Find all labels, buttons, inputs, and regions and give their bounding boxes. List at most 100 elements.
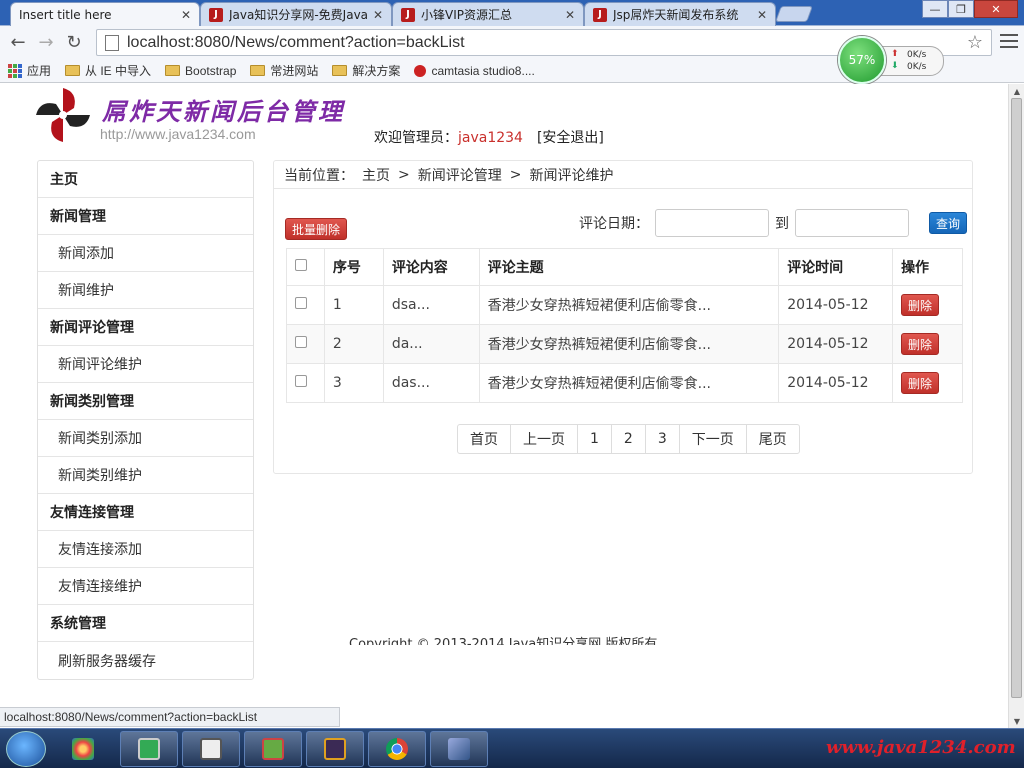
scroll-down-icon[interactable]: ▼ xyxy=(1009,714,1024,728)
bookmark-camtasia[interactable]: camtasia studio8.... xyxy=(414,64,535,78)
breadcrumb-comment-management[interactable]: 新闻评论管理 xyxy=(418,165,502,185)
page-first[interactable]: 首页 xyxy=(458,425,510,453)
row-checkbox[interactable] xyxy=(295,297,307,309)
welcome-bar: 欢迎管理员：java1234 [安全退出] xyxy=(374,127,604,147)
bookmark-solutions[interactable]: 解决方案 xyxy=(332,62,400,79)
sidebar-item-label: 新闻管理 xyxy=(50,209,106,225)
cell-time: 2014-05-12 xyxy=(778,324,894,364)
header-select-all[interactable] xyxy=(286,248,325,286)
java1234-favicon: J xyxy=(593,7,607,22)
cell-content: da... xyxy=(382,324,480,364)
cell-subject: 香港少女穿热裤短裙便利店偷零食... xyxy=(478,324,780,364)
reload-icon[interactable]: ↻ xyxy=(62,30,86,54)
header-no: 序号 xyxy=(323,248,384,286)
sidebar-item-link-add[interactable]: 友情连接添加 xyxy=(38,531,253,568)
sidebar-item-comment-maintain[interactable]: 新闻评论维护 xyxy=(38,346,253,383)
welcome-label: 欢迎管理员： xyxy=(374,130,458,146)
taskbar-app-icon[interactable] xyxy=(430,731,488,767)
row-checkbox[interactable] xyxy=(295,336,307,348)
menu-icon[interactable] xyxy=(1000,32,1018,50)
start-button[interactable] xyxy=(6,731,46,767)
page-content: 屌炸天新闻后台管理 http://www.java1234.com 欢迎管理员：… xyxy=(0,84,1008,708)
bookmark-ie-import[interactable]: 从 IE 中导入 xyxy=(65,62,151,79)
row-select[interactable] xyxy=(286,324,325,364)
scroll-up-icon[interactable]: ▲ xyxy=(1009,84,1024,98)
sidebar-item-comment-management[interactable]: 新闻评论管理 xyxy=(38,309,253,346)
tab-news-system[interactable]: J Jsp屌炸天新闻发布系统 ✕ xyxy=(584,2,776,26)
scroll-thumb[interactable] xyxy=(1011,98,1022,698)
bookmark-bootstrap[interactable]: Bootstrap xyxy=(165,64,236,78)
minimize-icon[interactable]: — xyxy=(922,0,948,18)
sidebar-item-category-maintain[interactable]: 新闻类别维护 xyxy=(38,457,253,494)
close-icon[interactable]: ✕ xyxy=(757,8,767,22)
pagination: 首页 上一页 1 2 3 下一页 尾页 xyxy=(457,424,800,454)
bookmark-label: 常进网站 xyxy=(270,64,319,78)
page-prev[interactable]: 上一页 xyxy=(510,425,577,453)
cell-no: 3 xyxy=(323,363,384,403)
row-checkbox[interactable] xyxy=(295,375,307,387)
page-next[interactable]: 下一页 xyxy=(678,425,746,453)
row-select[interactable] xyxy=(286,285,325,325)
forward-arrow-icon[interactable]: → xyxy=(34,30,58,54)
page-last[interactable]: 尾页 xyxy=(745,425,799,453)
bookmark-apps[interactable]: 应用 xyxy=(8,62,51,79)
sidebar-item-category-add[interactable]: 新闻类别添加 xyxy=(38,420,253,457)
close-icon[interactable]: ✕ xyxy=(373,8,383,22)
page-1[interactable]: 1 xyxy=(577,425,611,453)
tab-vip-resources[interactable]: J 小锋VIP资源汇总 ✕ xyxy=(392,2,584,26)
sidebar-item-link-maintain[interactable]: 友情连接维护 xyxy=(38,568,253,605)
bookmark-frequent-sites[interactable]: 常进网站 xyxy=(250,62,318,79)
sidebar-item-label: 刷新服务器缓存 xyxy=(58,653,156,670)
tab-java1234[interactable]: J Java知识分享网-免费Java ✕ xyxy=(200,2,392,26)
close-window-icon[interactable]: ✕ xyxy=(974,0,1018,18)
delete-button[interactable]: 删除 xyxy=(901,372,940,394)
cell-time: 2014-05-12 xyxy=(778,285,894,325)
end-date-input[interactable] xyxy=(795,209,909,237)
sidebar-item-category-management[interactable]: 新闻类别管理 xyxy=(38,383,253,420)
batch-delete-button[interactable]: 批量删除 xyxy=(285,218,347,240)
chrome-icon[interactable] xyxy=(368,731,426,767)
breadcrumb-home[interactable]: 主页 xyxy=(362,165,390,185)
apps-icon xyxy=(8,63,22,78)
row-select[interactable] xyxy=(286,363,325,403)
sidebar-item-label: 新闻评论维护 xyxy=(58,357,142,373)
vertical-scrollbar[interactable]: ▲ ▼ xyxy=(1008,84,1024,728)
to-label: 到 xyxy=(775,216,789,232)
sidebar-item-link-management[interactable]: 友情连接管理 xyxy=(38,494,253,531)
sidebar-item-home[interactable]: 主页 xyxy=(38,161,253,198)
taskbar-app-icon[interactable] xyxy=(244,731,302,767)
cell-no: 1 xyxy=(323,285,384,325)
pinned-app-icon[interactable] xyxy=(54,731,112,767)
eclipse-javaee-icon[interactable] xyxy=(306,731,364,767)
taskbar-app-icon[interactable] xyxy=(182,731,240,767)
select-all-checkbox[interactable] xyxy=(295,259,307,271)
close-icon[interactable]: ✕ xyxy=(181,8,191,22)
sidebar-item-news-maintain[interactable]: 新闻维护 xyxy=(38,272,253,309)
bookmark-star-icon[interactable]: ☆ xyxy=(967,32,983,53)
query-button[interactable]: 查询 xyxy=(929,212,967,234)
network-speed-widget[interactable]: ⬆ 0K/s ⬇ 0K/s 57% xyxy=(838,36,946,84)
page-3[interactable]: 3 xyxy=(644,425,679,453)
logo-title: 屌炸天新闻后台管理 xyxy=(102,97,345,126)
taskbar-app-icon[interactable] xyxy=(120,731,178,767)
logout-link[interactable]: [安全退出] xyxy=(537,130,604,146)
page-2[interactable]: 2 xyxy=(610,425,645,453)
delete-button[interactable]: 删除 xyxy=(901,333,940,355)
delete-button[interactable]: 删除 xyxy=(901,294,940,316)
back-arrow-icon[interactable]: ← xyxy=(6,30,30,54)
sidebar-item-refresh-cache[interactable]: 刷新服务器缓存 xyxy=(38,642,253,679)
sidebar-item-label: 新闻添加 xyxy=(58,246,114,262)
restore-icon[interactable]: ❐ xyxy=(948,0,974,18)
sidebar-item-news-management[interactable]: 新闻管理 xyxy=(38,198,253,235)
address-url[interactable]: localhost:8080/News/comment?action=backL… xyxy=(127,34,465,52)
windows-taskbar: www.java1234.com xyxy=(0,728,1024,768)
sidebar-item-system-management[interactable]: 系统管理 xyxy=(38,605,253,642)
folder-icon xyxy=(250,65,266,76)
window-controls: — ❐ ✕ xyxy=(922,0,1018,18)
date-filter: 评论日期： 到 查询 xyxy=(579,209,967,237)
tab-insert-title[interactable]: Insert title here ✕ xyxy=(10,2,200,26)
sidebar-item-news-add[interactable]: 新闻添加 xyxy=(38,235,253,272)
start-date-input[interactable] xyxy=(655,209,769,237)
new-tab-button[interactable] xyxy=(775,6,813,22)
close-icon[interactable]: ✕ xyxy=(565,8,575,22)
